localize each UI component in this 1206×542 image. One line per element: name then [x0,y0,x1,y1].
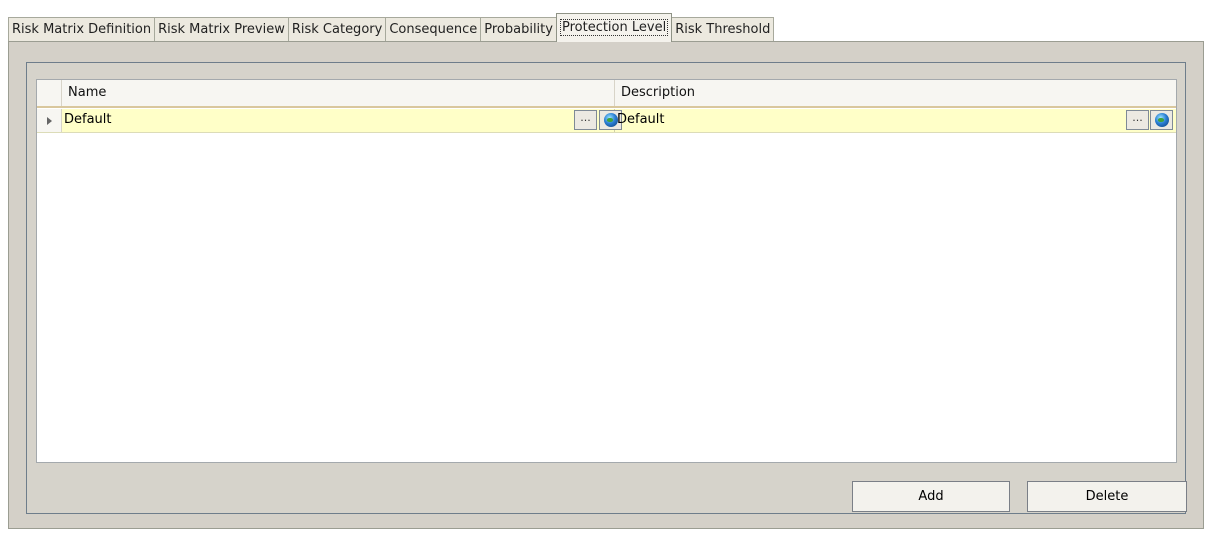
protection-level-editor: Risk Matrix Definition Risk Matrix Previ… [0,0,1206,542]
name-cell[interactable]: Default ··· [62,109,622,132]
tab-risk-matrix-preview[interactable]: Risk Matrix Preview [154,17,289,42]
add-button-label: Add [918,489,944,504]
description-cell-value: Default [617,112,665,127]
row-selector[interactable] [37,109,62,132]
tab-probability[interactable]: Probability [480,17,557,42]
column-header-description[interactable]: Description [615,80,1176,106]
tab-label: Risk Matrix Definition [12,22,152,37]
name-ellipsis-button[interactable]: ··· [574,110,597,130]
description-ellipsis-button[interactable]: ··· [1126,110,1149,130]
tab-label: Protection Level [559,19,669,36]
ellipsis-icon: ··· [580,113,591,127]
tab-label: Probability [484,22,553,37]
tab-label: Risk Threshold [675,22,771,37]
add-button[interactable]: Add [852,481,1010,512]
tab-protection-level[interactable]: Protection Level [555,13,673,42]
delete-button-label: Delete [1085,489,1129,504]
table-row[interactable]: Default ··· Default ··· [37,109,1176,133]
tab-label: Risk Matrix Preview [158,22,285,37]
tab-label: Risk Category [291,22,383,37]
grid-header: Name Description [37,80,1176,108]
row-indicator-arrow-icon [46,116,52,125]
name-cell-value: Default [64,112,112,127]
protection-level-grid[interactable]: Name Description Default ··· Default ··· [36,79,1177,463]
tab-risk-threshold[interactable]: Risk Threshold [671,17,775,42]
description-translate-button[interactable] [1150,110,1173,130]
tab-consequence[interactable]: Consequence [385,17,482,42]
tab-panel: Name Description Default ··· Default ···… [8,41,1204,529]
globe-icon [1154,113,1169,127]
tab-risk-category[interactable]: Risk Category [287,17,387,42]
tab-risk-matrix-definition[interactable]: Risk Matrix Definition [8,17,156,42]
ellipsis-icon: ··· [1132,113,1143,127]
header-row-selector [37,80,62,106]
tab-strip: Risk Matrix Definition Risk Matrix Previ… [8,13,775,42]
column-header-name[interactable]: Name [62,80,615,106]
description-cell[interactable]: Default ··· [615,109,1176,132]
delete-button[interactable]: Delete [1027,481,1187,512]
grid-group-box: Name Description Default ··· Default ··· [26,62,1186,514]
tab-label: Consequence [389,22,478,37]
